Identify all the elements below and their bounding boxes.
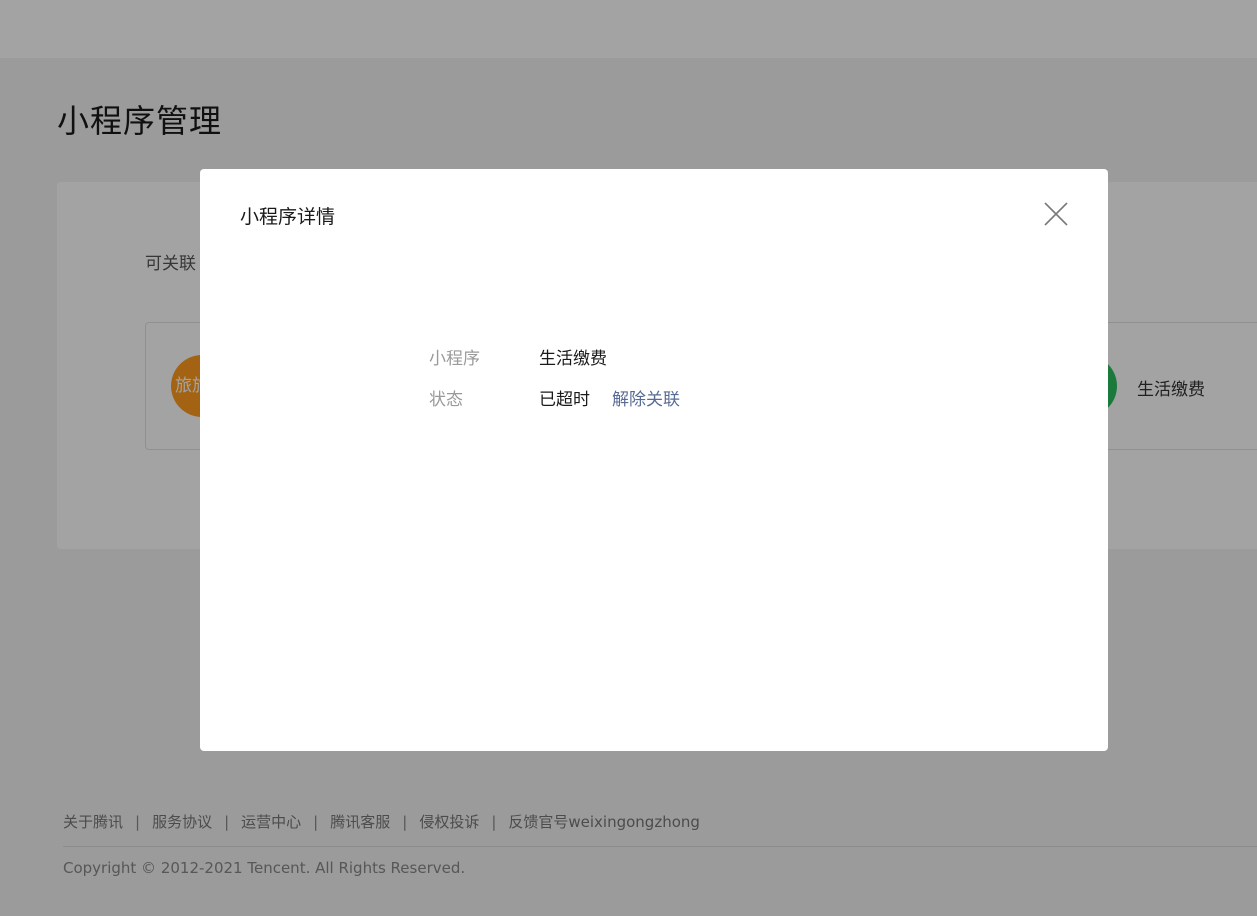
detail-row-status: 状态 已超时 解除关联: [429, 385, 680, 410]
mini-program-label: 小程序: [429, 349, 480, 369]
close-button[interactable]: [1043, 201, 1069, 227]
close-icon: [1044, 202, 1068, 226]
detail-row-mini-program: 小程序 生活缴费: [429, 344, 607, 369]
status-value: 已超时: [539, 390, 590, 410]
status-label: 状态: [429, 390, 463, 410]
detail-modal: 小程序详情 小程序 生活缴费 状态 已超时 解除关联: [200, 169, 1108, 751]
unlink-link[interactable]: 解除关联: [612, 385, 680, 410]
mini-program-value: 生活缴费: [539, 349, 607, 369]
modal-title: 小程序详情: [240, 206, 336, 228]
